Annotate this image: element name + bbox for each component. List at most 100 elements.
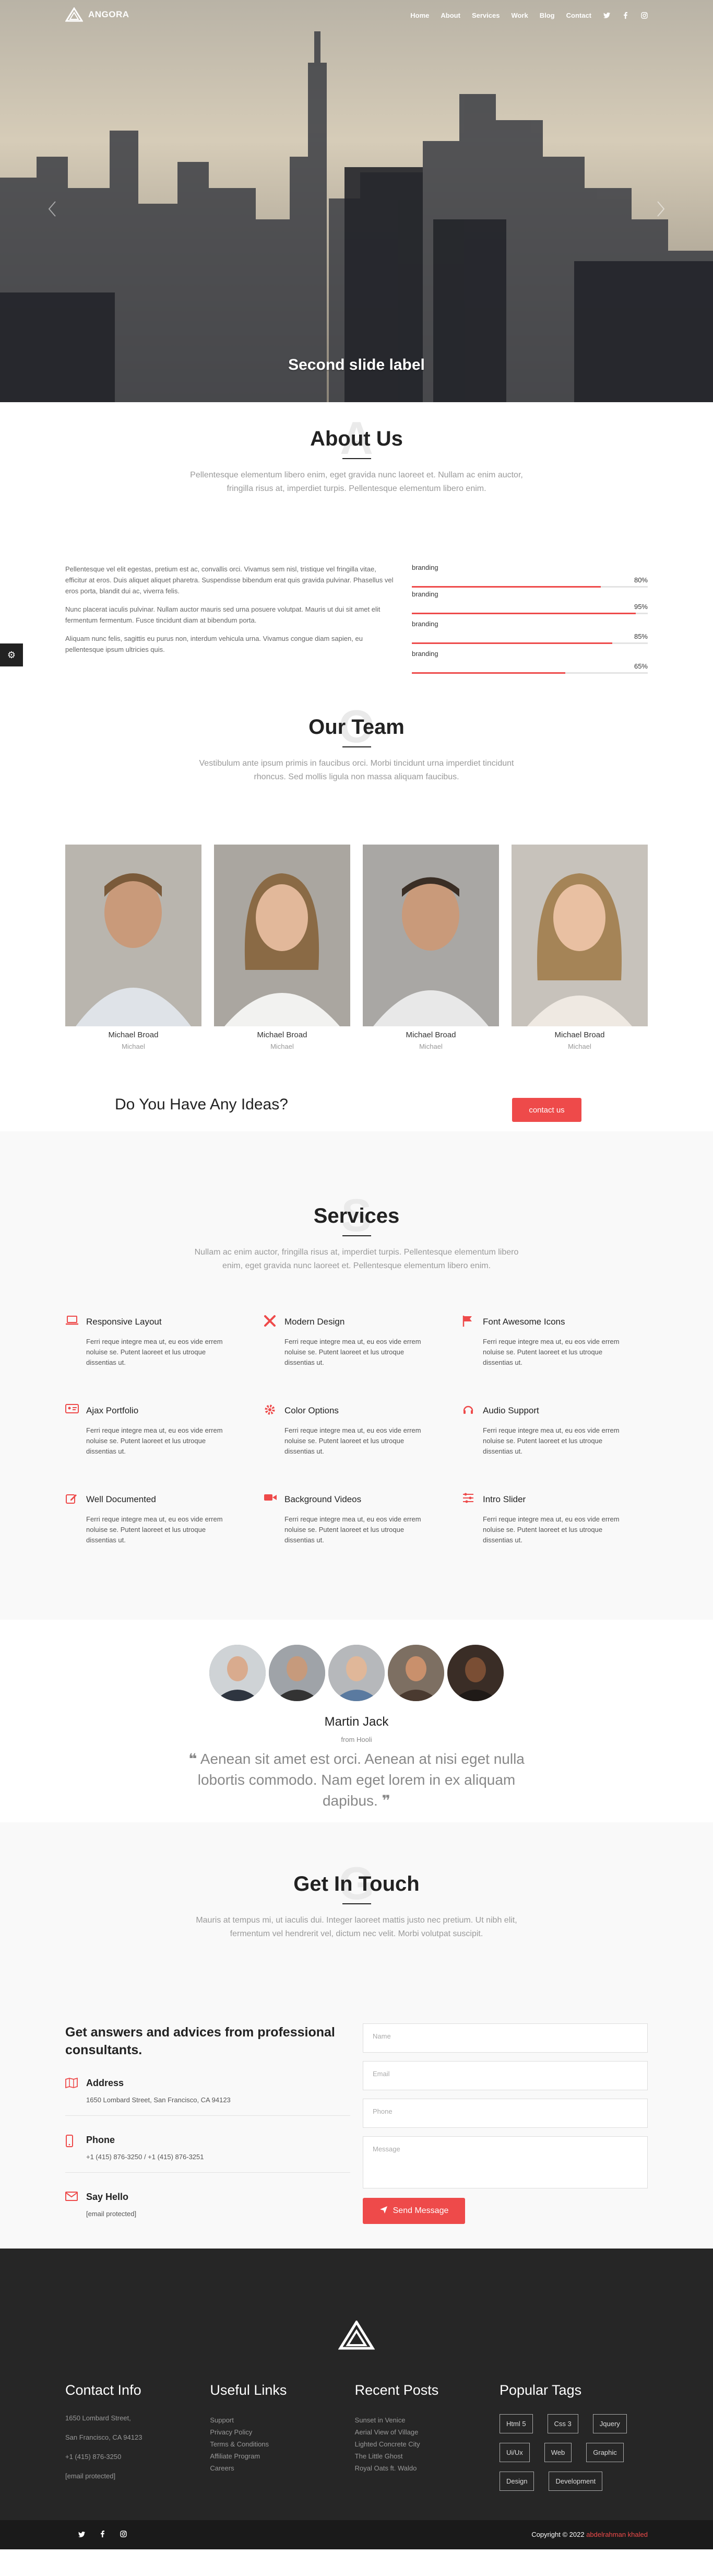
avatar[interactable] (388, 1645, 444, 1701)
title-underline (342, 1903, 371, 1904)
skill-bar: branding 85% (412, 620, 648, 644)
skill-bar: branding 80% (412, 564, 648, 588)
team-subtitle: Vestibulum ante ipsum primis in faucibus… (199, 759, 514, 781)
facebook-icon[interactable] (622, 12, 629, 19)
service-item: Modern Design Ferri reque integre mea ut,… (264, 1315, 462, 1368)
title-underline (342, 746, 371, 747)
contact-us-button[interactable]: contact us (512, 1098, 581, 1122)
contact-title: Get In Touch (293, 1872, 420, 1895)
tag-button[interactable]: Web (544, 2443, 572, 2462)
instagram-icon[interactable] (120, 2531, 127, 2539)
nav-work[interactable]: Work (511, 11, 528, 19)
phone-label: Phone (86, 2135, 115, 2145)
footer-link[interactable]: Privacy Policy (210, 2426, 354, 2438)
tag-button[interactable]: Design (499, 2472, 534, 2491)
service-text: Ferri reque integre mea ut, eu eos vide … (483, 1515, 620, 1544)
footer-logo-icon (338, 2320, 375, 2351)
team-member[interactable]: Michael Broad Michael (65, 845, 201, 1050)
flag-icon (462, 1315, 478, 1330)
footer-contact-line: 1650 Lombard Street, (65, 2414, 131, 2422)
twitter-icon[interactable] (603, 12, 610, 19)
footer-post-link[interactable]: Royal Oats ft. Waldo (355, 2462, 500, 2474)
about-subtitle: Pellentesque elementum libero enim, eget… (190, 471, 523, 493)
tag-button[interactable]: Html 5 (499, 2414, 533, 2433)
member-name: Michael Broad (108, 1031, 159, 1039)
contact-heading-text: Get answers and advices from professiona… (65, 2025, 335, 2057)
skill-label: branding (412, 620, 438, 628)
contact-subtitle: Mauris at tempus mi, ut iaculis dui. Int… (196, 1916, 517, 1938)
member-photo (214, 845, 350, 1026)
title-underline (342, 458, 371, 459)
contact-section: G Get In Touch Mauris at tempus mi, ut i… (0, 1822, 713, 2249)
service-item: Responsive Layout Ferri reque integre mea… (65, 1315, 264, 1368)
footer-link[interactable]: Affiliate Program (210, 2450, 354, 2462)
member-role: Michael (270, 1043, 294, 1050)
skills-list: branding 80% branding 95% branding 85% b… (412, 564, 648, 680)
skill-value: 85% (634, 633, 648, 640)
service-item: Background Videos Ferri reque integre mea… (264, 1492, 462, 1545)
footer-post-link[interactable]: Sunset in Venice (355, 2414, 500, 2426)
team-member[interactable]: Michael Broad Michael (363, 845, 499, 1050)
service-title: Ajax Portfolio (86, 1406, 139, 1415)
nav-blog[interactable]: Blog (540, 11, 555, 19)
tag-button[interactable]: Jquery (592, 2414, 627, 2433)
service-text: Ferri reque integre mea ut, eu eos vide … (86, 1426, 223, 1455)
footer-link[interactable]: Terms & Conditions (210, 2438, 354, 2450)
email-block: Say Hello [email protected] (65, 2192, 350, 2229)
message-field[interactable]: Message (363, 2136, 648, 2188)
brand-logo[interactable]: ANGORA (65, 7, 129, 22)
quote-right-icon: ❞ (382, 1793, 391, 1809)
hero-slider: ANGORA Home About Services Work Blog Con… (0, 0, 713, 402)
footer-post-link[interactable]: Lighted Concrete City (355, 2438, 500, 2450)
services-subtitle: Nullam ac enim auctor, fringilla risus a… (194, 1248, 519, 1270)
skill-label: branding (412, 564, 438, 571)
footer-post-link[interactable]: Aerial View of Village (355, 2426, 500, 2438)
tag-button[interactable]: Ui/Ux (499, 2443, 530, 2462)
slider-next-arrow[interactable] (652, 198, 668, 219)
tag-button[interactable]: Graphic (586, 2443, 624, 2462)
footer-post-link[interactable]: The Little Ghost (355, 2450, 500, 2462)
twitter-icon[interactable] (78, 2531, 85, 2539)
tag-button[interactable]: Css 3 (547, 2414, 578, 2433)
avatar[interactable] (447, 1645, 504, 1701)
facebook-icon[interactable] (101, 2531, 104, 2539)
title-underline (342, 1235, 371, 1236)
send-message-button[interactable]: Send Message (363, 2198, 465, 2224)
nav-services[interactable]: Services (472, 11, 500, 19)
avatar[interactable] (209, 1645, 266, 1701)
service-text: Ferri reque integre mea ut, eu eos vide … (86, 1515, 223, 1544)
author-link[interactable]: abdelrahman khaled (586, 2531, 648, 2538)
team-member[interactable]: Michael Broad Michael (512, 845, 648, 1050)
name-field[interactable]: Name (363, 2023, 648, 2053)
avatar[interactable] (269, 1645, 325, 1701)
nav-home[interactable]: Home (410, 11, 429, 19)
tag-button[interactable]: Development (549, 2472, 603, 2491)
footer-link[interactable]: Careers (210, 2462, 354, 2474)
service-text: Ferri reque integre mea ut, eu eos vide … (284, 1338, 421, 1366)
nav-contact[interactable]: Contact (566, 11, 591, 19)
service-title: Responsive Layout (86, 1317, 162, 1327)
paper-plane-icon (379, 2206, 388, 2217)
skill-label: branding (412, 590, 438, 598)
email-field[interactable]: Email (363, 2061, 648, 2090)
service-item: Intro Slider Ferri reque integre mea ut, … (462, 1492, 648, 1545)
member-name: Michael Broad (406, 1031, 456, 1039)
team-member[interactable]: Michael Broad Michael (214, 845, 350, 1050)
nav-about[interactable]: About (441, 11, 460, 19)
settings-toggle-button[interactable]: ⚙ (0, 643, 23, 666)
phone-field[interactable]: Phone (363, 2099, 648, 2128)
slider-prev-arrow[interactable] (45, 198, 61, 219)
contact-form: Name Email Phone Message Send Message (363, 2023, 648, 2229)
email-text[interactable]: [email protected] (86, 2210, 136, 2218)
service-text: Ferri reque integre mea ut, eu eos vide … (284, 1426, 421, 1455)
footer: Contact Info 1650 Lombard Street, San Fr… (0, 2249, 713, 2549)
team-title: Our Team (308, 716, 405, 739)
map-icon (65, 2077, 79, 2104)
about-title: About Us (310, 427, 403, 450)
avatar[interactable] (328, 1645, 385, 1701)
tools-icon (264, 1315, 279, 1330)
footer-contact-line[interactable]: [email protected] (65, 2472, 210, 2480)
gears-icon: ⚙ (7, 649, 16, 660)
instagram-icon[interactable] (640, 12, 648, 19)
footer-link[interactable]: Support (210, 2414, 354, 2426)
